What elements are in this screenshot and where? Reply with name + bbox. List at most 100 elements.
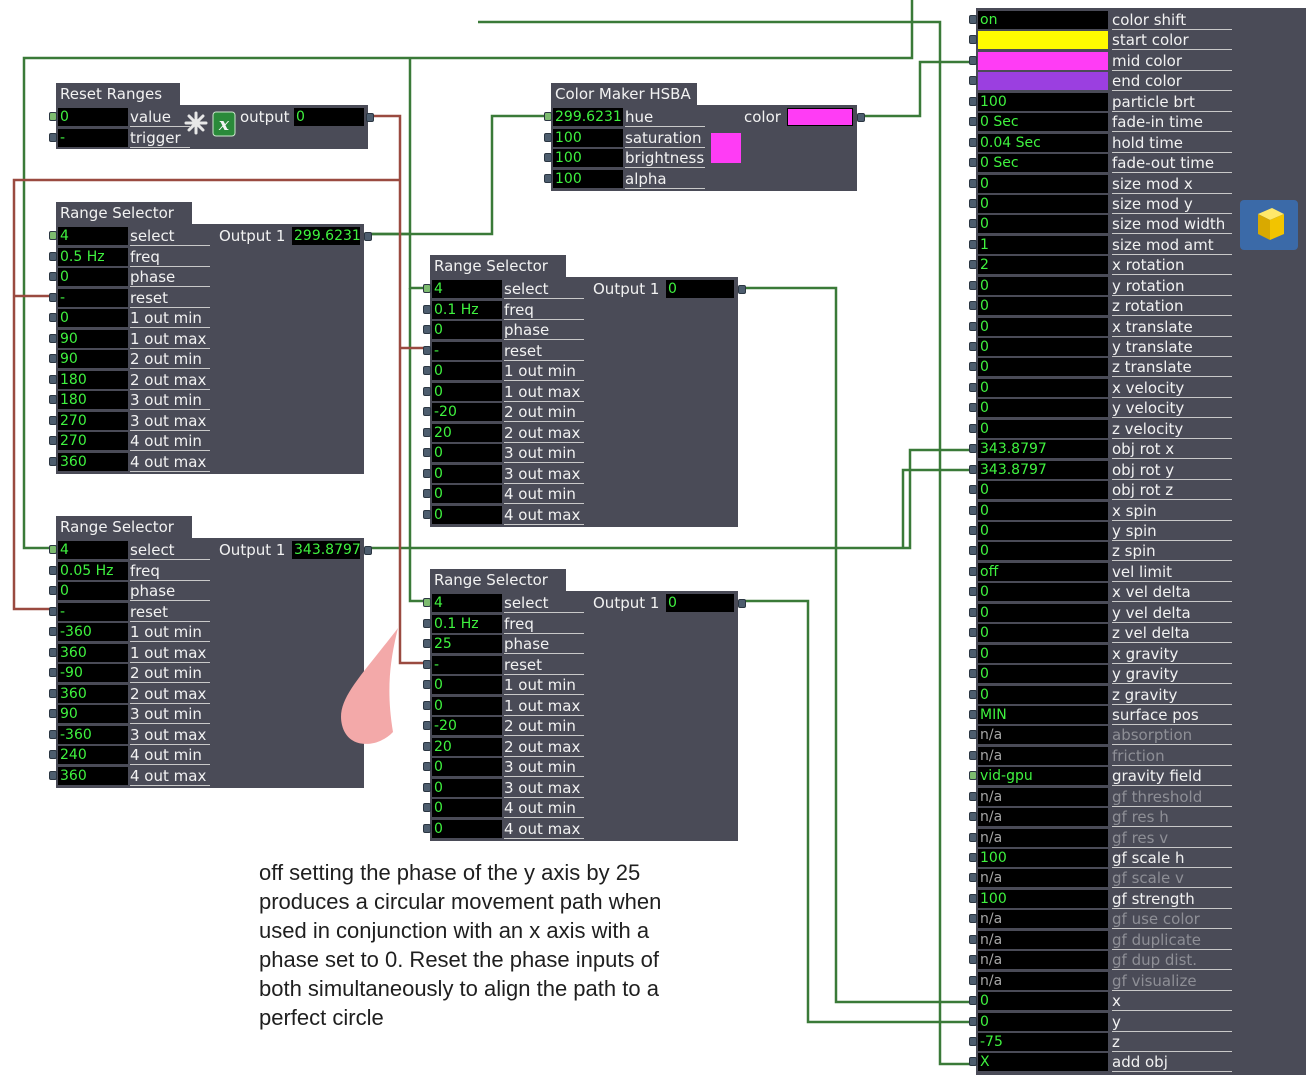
input-port[interactable] xyxy=(969,648,977,658)
range-selector-3-title[interactable]: Range Selector xyxy=(430,255,566,277)
input-value-field[interactable]: 0 xyxy=(978,501,1108,520)
input-port[interactable] xyxy=(969,76,977,86)
input-port[interactable] xyxy=(49,313,57,322)
input-port[interactable] xyxy=(969,526,977,535)
input-port[interactable] xyxy=(423,345,431,355)
input-value-field[interactable]: 100 xyxy=(553,169,623,188)
range-selector-3[interactable]: Range Selector 4 select 0.1 Hz freq 0 phase - r… xyxy=(423,255,746,527)
input-port[interactable] xyxy=(969,96,977,106)
input-value-field[interactable]: 0 xyxy=(978,603,1108,622)
input-port[interactable] xyxy=(969,321,977,331)
input-value-field[interactable]: -90 xyxy=(58,664,128,682)
input-value-field[interactable]: 0 xyxy=(978,583,1108,602)
input-value-field[interactable]: -360 xyxy=(58,725,128,744)
input-value-field[interactable]: 0 xyxy=(978,215,1108,234)
input-value-field[interactable]: 270 xyxy=(58,411,128,430)
input-value-field[interactable]: - xyxy=(432,655,502,674)
input-value-field[interactable]: 90 xyxy=(58,705,128,723)
input-value-field[interactable]: 0 Sec xyxy=(978,113,1108,132)
input-port[interactable] xyxy=(49,586,57,595)
input-port[interactable] xyxy=(969,607,977,617)
input-value-field[interactable]: 0 xyxy=(432,676,502,694)
range-selector-4-title[interactable]: Range Selector xyxy=(430,569,566,591)
input-port[interactable] xyxy=(969,996,977,1006)
input-value-field[interactable]: n/a xyxy=(978,787,1108,806)
input-port[interactable] xyxy=(423,700,431,710)
input-port[interactable] xyxy=(969,873,977,883)
input-port[interactable] xyxy=(49,709,57,718)
input-port[interactable] xyxy=(969,198,977,208)
input-port[interactable] xyxy=(49,647,57,657)
input-port[interactable] xyxy=(49,729,57,739)
input-value-field[interactable]: 0 xyxy=(978,419,1108,438)
input-port[interactable] xyxy=(423,304,431,314)
reset-output-port[interactable] xyxy=(366,113,374,122)
input-value-field[interactable]: 0 xyxy=(978,358,1108,377)
input-value-field[interactable]: 100 xyxy=(978,889,1108,908)
input-port[interactable] xyxy=(49,545,57,554)
color-swatch-field[interactable] xyxy=(978,51,1108,70)
input-value-field[interactable]: 1 xyxy=(978,235,1108,254)
input-port[interactable] xyxy=(969,709,977,719)
input-port[interactable] xyxy=(969,158,977,168)
input-port[interactable] xyxy=(423,598,431,607)
input-value-field[interactable]: 360 xyxy=(58,684,128,703)
input-value-field[interactable]: 0 xyxy=(432,382,502,401)
input-port[interactable] xyxy=(969,178,977,188)
input-port[interactable] xyxy=(969,219,977,229)
input-port[interactable] xyxy=(969,914,977,924)
input-value-field[interactable]: n/a xyxy=(978,910,1108,929)
input-port[interactable] xyxy=(49,354,57,363)
input-value-field[interactable]: 4 xyxy=(58,227,128,245)
input-value-field[interactable]: 100 xyxy=(978,92,1108,111)
input-value-field[interactable]: 2 xyxy=(978,256,1108,275)
range-selector-4[interactable]: Range Selector 4 select 0.1 Hz freq 25 phase -… xyxy=(423,569,746,841)
input-value-field[interactable]: MIN xyxy=(978,705,1108,724)
input-value-field[interactable]: 0 xyxy=(432,444,502,462)
input-port[interactable] xyxy=(969,955,977,965)
input-port[interactable] xyxy=(969,464,977,474)
color-maker-title[interactable]: Color Maker HSBA xyxy=(551,83,697,105)
input-port[interactable] xyxy=(423,762,431,771)
color-swatch-field[interactable] xyxy=(978,31,1108,50)
input-value-field[interactable]: 0.1 Hz xyxy=(432,300,502,319)
input-value-field[interactable]: 0 xyxy=(432,362,502,380)
input-port[interactable] xyxy=(969,280,977,290)
range-selector-1-title[interactable]: Range Selector xyxy=(56,202,192,224)
input-value-field[interactable]: 0 xyxy=(432,464,502,483)
value-field[interactable]: 0 xyxy=(58,108,128,126)
input-value-field[interactable]: n/a xyxy=(978,930,1108,949)
input-port[interactable] xyxy=(969,342,977,352)
output-port[interactable] xyxy=(738,599,746,608)
range-selector-2-title[interactable]: Range Selector xyxy=(56,516,192,538)
input-port[interactable] xyxy=(49,565,57,575)
input-value-field[interactable]: 100 xyxy=(553,149,623,167)
input-port[interactable] xyxy=(544,132,552,142)
input-port[interactable] xyxy=(969,117,977,127)
input-value-field[interactable]: 4 xyxy=(432,280,502,298)
input-port[interactable] xyxy=(544,153,552,162)
input-value-field[interactable]: 0 xyxy=(978,644,1108,663)
input-value-field[interactable]: 25 xyxy=(432,635,502,653)
input-port[interactable] xyxy=(49,251,57,261)
input-port[interactable] xyxy=(969,1037,977,1046)
input-port[interactable] xyxy=(423,782,431,792)
input-value-field[interactable]: 0 xyxy=(978,542,1108,561)
input-port[interactable] xyxy=(423,680,431,689)
input-port[interactable] xyxy=(969,812,977,822)
input-port[interactable] xyxy=(969,832,977,842)
input-port[interactable] xyxy=(969,485,977,495)
input-value-field[interactable]: 180 xyxy=(58,391,128,409)
input-port[interactable] xyxy=(969,587,977,597)
reset-ranges-actor[interactable]: Reset Ranges 0 value - trigger x output … xyxy=(49,83,374,149)
input-value-field[interactable]: 0 xyxy=(432,485,502,503)
input-port[interactable] xyxy=(969,1016,977,1026)
input-port[interactable] xyxy=(49,668,57,677)
input-port[interactable] xyxy=(49,770,57,780)
input-value-field[interactable]: 0 xyxy=(58,582,128,600)
input-port[interactable] xyxy=(969,975,977,985)
input-port[interactable] xyxy=(969,301,977,311)
particle-generator-actor[interactable]: on color shift start color mid color end col… xyxy=(969,8,1306,1075)
input-value-field[interactable]: 4 xyxy=(58,541,128,559)
input-port[interactable] xyxy=(423,407,431,416)
